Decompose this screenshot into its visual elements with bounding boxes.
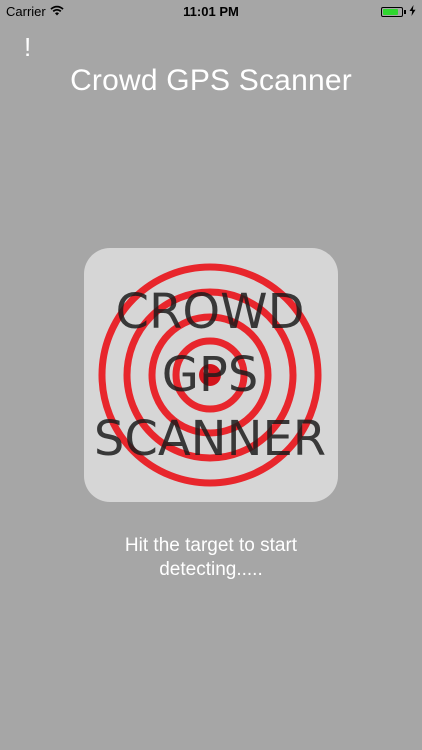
battery-icon	[381, 7, 403, 17]
alert-button[interactable]: !	[24, 32, 44, 62]
page-title: Crowd GPS Scanner	[70, 64, 352, 97]
status-bar: Carrier 11:01 PM	[0, 0, 422, 22]
battery-level-fill	[383, 9, 399, 15]
battery-indicator	[381, 5, 416, 19]
logo-text-line3: SCANNER	[94, 411, 326, 467]
logo-text-line1: CROWD	[115, 284, 304, 340]
instruction-line-2: detecting.....	[159, 559, 263, 580]
target-scan-button[interactable]: CROWD GPS SCANNER	[84, 248, 338, 502]
charging-bolt-icon	[409, 5, 416, 19]
instruction-text: Hit the target to start detecting.....	[0, 534, 422, 582]
instruction-line-1: Hit the target to start	[124, 535, 298, 556]
logo-text-line2: GPS	[162, 347, 259, 403]
battery-nub	[404, 10, 406, 14]
target-logo-icon: CROWD GPS SCANNER	[94, 263, 326, 487]
status-time: 11:01 PM	[183, 4, 239, 19]
